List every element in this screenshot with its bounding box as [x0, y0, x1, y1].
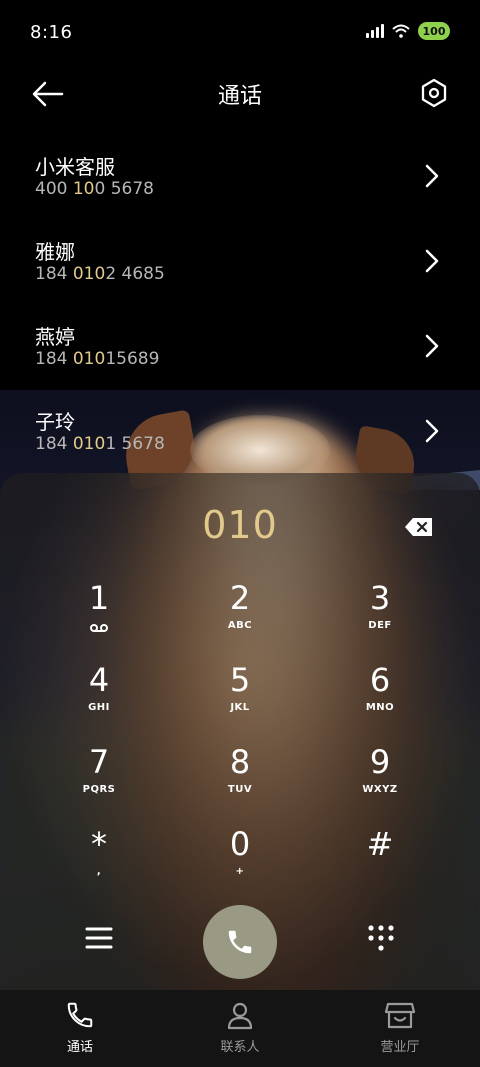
key-letters: , [96, 866, 102, 877]
tab-calls-label: 通话 [66, 1040, 93, 1055]
chevron-right-icon [425, 334, 439, 358]
key-1[interactable]: 1 [39, 578, 159, 658]
key-digit: * [91, 825, 107, 863]
dialpad-panel: 010 1 2 ABC 3 DEF 4 GHI 5 JKL 6 MNO 7 PQ… [0, 473, 480, 990]
key-digit: 1 [88, 579, 110, 617]
tab-calls[interactable]: 通话 [0, 990, 160, 1067]
key-6[interactable]: 6 MNO [320, 660, 440, 740]
dialpad-toggle-icon[interactable] [366, 923, 396, 953]
tab-contacts-label: 联系人 [220, 1040, 260, 1055]
contact-name: 燕婷 [35, 325, 75, 349]
key-digit: 3 [369, 579, 391, 617]
key-digit: 5 [229, 661, 251, 699]
key-letters: JKL [230, 702, 250, 713]
tab-store[interactable]: 营业厅 [320, 990, 480, 1067]
tab-contacts[interactable]: 联系人 [160, 990, 320, 1067]
key-8[interactable]: 8 TUV [180, 742, 300, 822]
settings-icon[interactable] [420, 78, 448, 108]
header: 通话 [0, 70, 480, 118]
key-letters: MNO [365, 702, 395, 713]
key-digit: 2 [229, 579, 251, 617]
key-digit: 0 [229, 825, 251, 863]
contact-number: 184 0102 4685 [35, 264, 165, 284]
chevron-right-icon [425, 249, 439, 273]
key-digit: 4 [88, 661, 110, 699]
dialpad-actions [0, 901, 480, 981]
key-hash[interactable]: # [320, 824, 440, 904]
key-7[interactable]: 7 PQRS [39, 742, 159, 822]
list-item[interactable]: 雅娜 184 0102 4685 [0, 218, 480, 303]
voicemail-icon [90, 624, 108, 632]
key-letters: GHI [88, 702, 110, 713]
tab-store-label: 营业厅 [380, 1040, 420, 1055]
list-item[interactable]: 小米客服 400 100 5678 [0, 133, 480, 218]
contact-number: 184 01015689 [35, 349, 160, 369]
store-icon [384, 1002, 416, 1029]
call-button[interactable] [203, 905, 277, 979]
key-9[interactable]: 9 WXYZ [320, 742, 440, 822]
key-4[interactable]: 4 GHI [39, 660, 159, 740]
contact-name: 小米客服 [35, 155, 115, 179]
status-time: 8:16 [30, 22, 73, 43]
key-digit: 6 [369, 661, 391, 699]
battery-icon: 100 [418, 22, 450, 40]
key-letters: WXYZ [362, 784, 398, 795]
menu-icon[interactable] [84, 925, 114, 951]
key-letters: TUV [227, 784, 253, 795]
list-item[interactable]: 燕婷 184 01015689 [0, 303, 480, 388]
person-icon [227, 1002, 253, 1030]
signal-icon [366, 24, 384, 38]
contact-name: 雅娜 [35, 240, 75, 264]
key-letters: PQRS [82, 784, 116, 795]
key-letters: DEF [368, 620, 392, 631]
page-title: 通话 [217, 84, 262, 109]
contact-name: 子玲 [35, 410, 75, 434]
key-5[interactable]: 5 JKL [180, 660, 300, 740]
bottom-nav: 通话 联系人 营业厅 [0, 990, 480, 1067]
key-3[interactable]: 3 DEF [320, 578, 440, 658]
key-2[interactable]: 2 ABC [180, 578, 300, 658]
wifi-icon [392, 24, 410, 38]
key-digit: 7 [88, 743, 110, 781]
key-star[interactable]: * , [39, 824, 159, 904]
phone-icon [67, 1002, 93, 1028]
key-letters: + [235, 866, 245, 877]
key-digit: # [366, 825, 394, 863]
contact-list: 小米客服 400 100 5678 雅娜 184 0102 4685 燕婷 18… [0, 133, 480, 473]
backspace-icon[interactable] [404, 517, 434, 537]
contact-number: 400 100 5678 [35, 179, 154, 199]
key-digit: 8 [229, 743, 251, 781]
key-digit: 9 [369, 743, 391, 781]
list-item[interactable]: 子玲 184 0101 5678 [0, 388, 480, 473]
phone-icon [228, 930, 252, 954]
chevron-right-icon [425, 164, 439, 188]
status-bar: 8:16 100 [0, 0, 480, 66]
contact-number: 184 0101 5678 [35, 434, 165, 454]
key-letters: ABC [227, 620, 253, 631]
key-0[interactable]: 0 + [180, 824, 300, 904]
chevron-right-icon [425, 419, 439, 443]
